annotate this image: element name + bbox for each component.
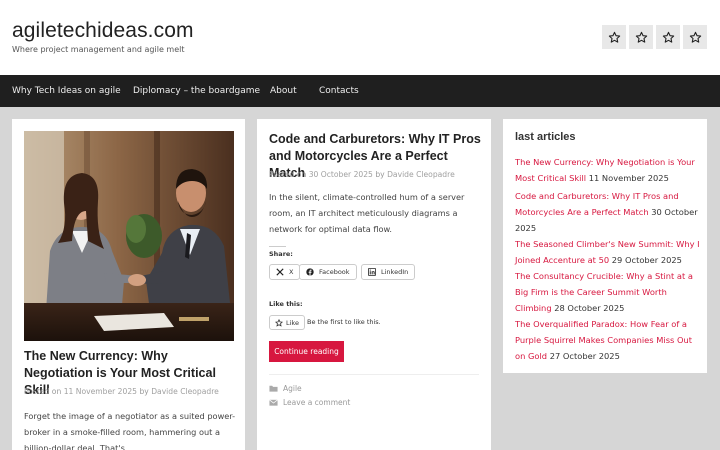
post-author[interactable]: Davide Cleopadre [387,170,455,179]
nav-item-diplomacy[interactable]: Diplomacy – the boardgame [133,75,260,107]
continue-reading-button[interactable]: Continue reading [269,341,344,362]
post-date[interactable]: 30 October 2025 [309,170,373,179]
by-label: by [375,170,385,179]
posted-on-label: Posted on [269,170,307,179]
share-linkedin-button[interactable]: LinkedIn [361,264,416,280]
list-item: The Consultancy Crucible: Why a Stint at… [515,268,701,316]
article-date: 28 October 2025 [554,303,625,313]
like-button[interactable]: Like [269,315,305,330]
post-card-negotiation: The New Currency: Why Negotiation is You… [12,119,245,450]
star-icon [662,31,674,43]
post-excerpt: Forget the image of a negotiator as a su… [24,411,236,450]
like-first-text: Be the first to like this. [307,318,381,326]
x-logo-icon [276,268,284,276]
like-button-label: Like [286,318,299,327]
linkedin-icon [368,268,376,276]
social-link-4[interactable] [683,25,707,49]
social-link-1[interactable] [602,25,626,49]
nav-item-contacts[interactable]: Contacts [319,75,359,107]
social-link-3[interactable] [656,25,680,49]
star-icon [635,31,647,43]
post-meta: Posted on 11 November 2025 by Davide Cle… [24,387,239,396]
folder-icon [269,385,278,392]
site-header: agiletechideas.com Where project managem… [0,0,720,75]
nav-item-why-tech-ideas[interactable]: Why Tech Ideas on agile [12,75,121,107]
share-facebook-label: Facebook [319,268,350,276]
list-item: Code and Carburetors: Why IT Pros and Mo… [515,188,701,236]
main-nav: Why Tech Ideas on agile Diplomacy – the … [0,75,720,107]
post-footer-divider [269,374,479,375]
star-icon [608,31,620,43]
post-comments: Leave a comment [269,398,350,407]
list-item: The Seasoned Climber's New Summit: Why I… [515,236,701,268]
nav-item-about[interactable]: About [270,75,297,107]
share-linkedin-label: LinkedIn [381,268,409,276]
post-date[interactable]: 11 November 2025 [64,387,137,396]
post-card-carburetors: Code and Carburetors: Why IT Pros and Mo… [257,119,491,450]
sidebar-latest-articles: last articles The New Currency: Why Nego… [503,119,707,373]
leave-comment-link[interactable]: Leave a comment [283,398,350,407]
article-date: 29 October 2025 [611,255,682,265]
share-label: Share: [269,250,293,258]
by-label: by [139,387,149,396]
share-divider [269,246,286,247]
envelope-icon [269,399,278,406]
star-icon [275,318,283,327]
share-x-button[interactable]: X [269,264,301,280]
post-category: Agile [269,384,302,393]
posted-on-label: Posted on [24,387,62,396]
star-icon [689,31,701,43]
post-author[interactable]: Davide Cleopadre [151,387,219,396]
latest-articles-list: The New Currency: Why Negotiation is You… [515,154,701,364]
post-excerpt: In the silent, climate-controlled hum of… [269,192,465,234]
sidebar-title: last articles [515,131,576,143]
category-link[interactable]: Agile [283,384,302,393]
site-description: Where project management and agile melt [12,45,185,54]
site-title[interactable]: agiletechideas.com [12,19,194,43]
social-link-2[interactable] [629,25,653,49]
article-date: 27 October 2025 [549,351,620,361]
featured-image[interactable] [24,131,234,341]
list-item: The New Currency: Why Negotiation is You… [515,154,701,186]
share-facebook-button[interactable]: Facebook [299,264,357,280]
like-label: Like this: [269,300,303,308]
article-date: 11 November 2025 [588,173,669,183]
facebook-icon [306,268,314,276]
handshake-photo [24,131,234,341]
social-links [602,25,707,49]
post-meta: Posted on 30 October 2025 by Davide Cleo… [269,170,484,179]
list-item: The Overqualified Paradox: How Fear of a… [515,316,701,364]
share-x-label: X [289,268,294,276]
